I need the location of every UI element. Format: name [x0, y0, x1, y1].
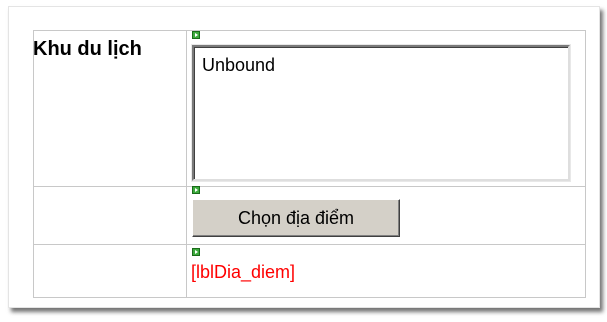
control-marker-icon[interactable]: [192, 248, 200, 256]
choose-location-button[interactable]: Chọn địa điểm: [192, 199, 400, 237]
control-marker-icon[interactable]: [192, 186, 200, 194]
table-border-top: [33, 30, 586, 31]
table-border-row2: [33, 244, 586, 245]
table-border-row1: [33, 186, 586, 187]
table-border-middle: [186, 30, 187, 297]
control-marker-icon[interactable]: [192, 31, 200, 39]
table-border-right: [585, 30, 586, 297]
table-border-left: [33, 30, 34, 297]
location-label-control[interactable]: [lblDia_diem]: [191, 262, 295, 283]
tourist-area-textarea[interactable]: Unbound: [191, 44, 571, 182]
table-border-bottom: [33, 297, 586, 298]
field-label-tourist-area: Khu du lịch: [33, 38, 142, 60]
